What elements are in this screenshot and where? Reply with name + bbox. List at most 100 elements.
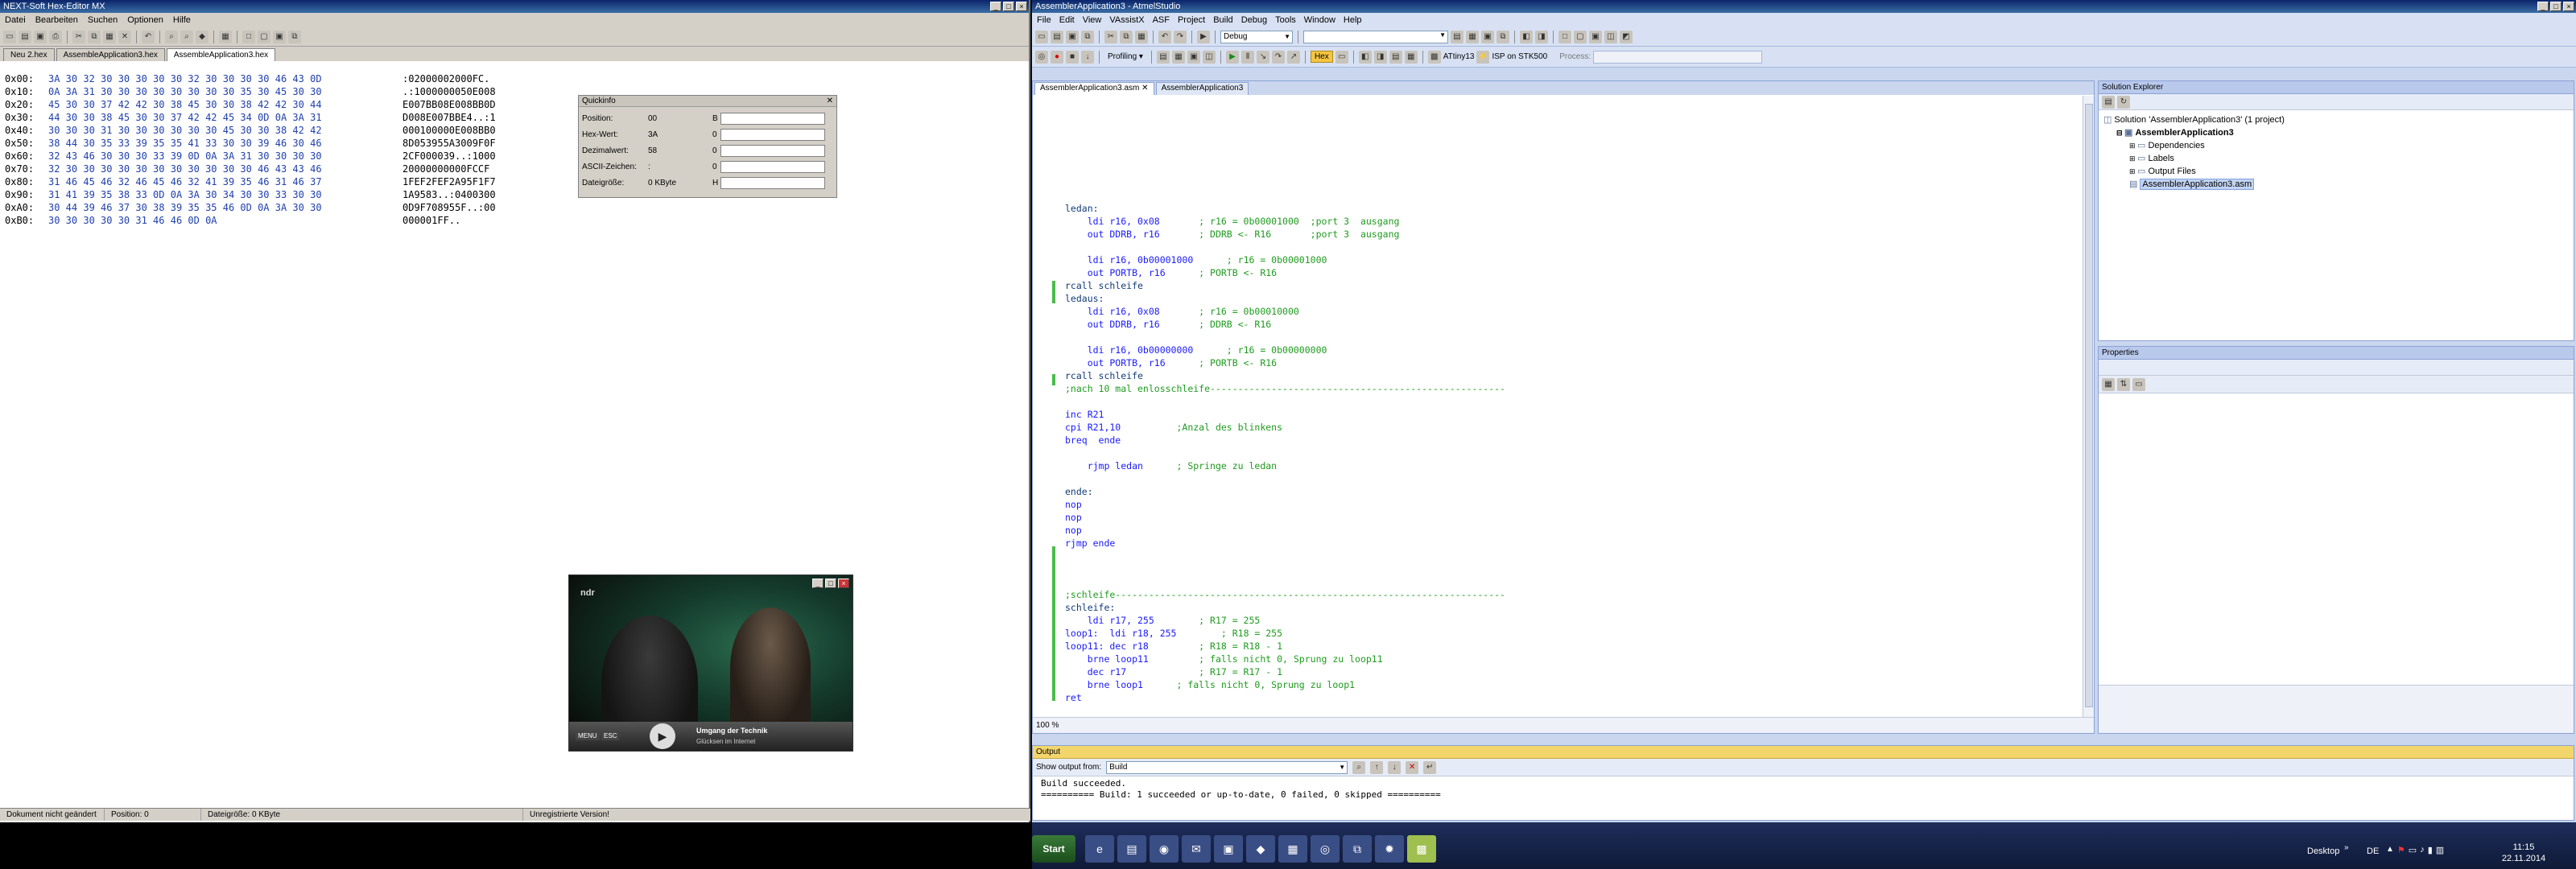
atmel-close-button[interactable]: × xyxy=(2563,2,2574,11)
hex-row[interactable]: 0x50: 38 44 30 35 33 39 35 35 41 33 30 30… xyxy=(5,137,568,150)
solution-item[interactable]: ⊞ ▭ Output Files xyxy=(2103,165,2569,178)
menu-bearbeiten[interactable]: Bearbeiten xyxy=(35,15,78,25)
code-area[interactable]: ledan: ldi r16, 0x08 ; r16 = 0b00001000 … xyxy=(1033,96,2076,717)
hex-row[interactable]: 0xB0: 30 30 30 30 30 31 46 46 0D 0A 000001… xyxy=(5,214,568,227)
io-icon[interactable]: ▦ xyxy=(1171,50,1185,64)
calculator-icon[interactable]: ▦ xyxy=(1278,835,1307,863)
code-line[interactable]: rjmp ende xyxy=(1065,537,1505,550)
profiling-dropdown[interactable]: Profiling ▾ xyxy=(1104,52,1146,61)
explorer-icon[interactable]: ▤ xyxy=(1117,835,1146,863)
paste-icon[interactable]: ▦ xyxy=(1135,30,1148,43)
menu-help[interactable]: Help xyxy=(1344,15,1362,25)
hex-ascii[interactable]: 1A9583..:0400300 xyxy=(402,189,496,200)
code-line[interactable]: nop xyxy=(1065,511,1505,524)
hex-bytes[interactable]: 31 41 39 35 38 33 0D 0A 3A 30 34 30 30 3… xyxy=(48,188,402,201)
tool-label[interactable]: ISP on STK500 xyxy=(1492,52,1547,61)
hex-ascii[interactable]: D008E007BBE4..:1 xyxy=(402,112,496,123)
process-select[interactable] xyxy=(1593,50,1763,64)
code-line[interactable]: ledaus: xyxy=(1065,292,1505,305)
video-esc-button[interactable]: ESC xyxy=(601,731,620,740)
code-line[interactable]: cpi R21,10 ;Anzal des blinkens xyxy=(1065,421,1505,434)
bookmark-icon[interactable]: ◆ xyxy=(196,30,208,43)
hex-row[interactable]: 0x40: 30 30 30 31 30 30 30 30 30 30 45 30… xyxy=(5,124,568,137)
tray-flag-icon[interactable]: ⚑ xyxy=(2397,845,2405,855)
word-wrap-icon[interactable]: ↵ xyxy=(1423,760,1437,774)
misc3-icon[interactable]: ▤ xyxy=(1389,50,1402,64)
hex-ascii[interactable]: 20000000000FCCF xyxy=(402,163,489,175)
video-minimize-button[interactable]: _ xyxy=(812,579,824,588)
window3-icon[interactable]: ▣ xyxy=(1589,30,1602,43)
config-select[interactable]: Debug ▼ xyxy=(1220,30,1293,43)
solution-item[interactable]: ▤ AssemblerApplication3.asm xyxy=(2103,178,2569,191)
hex-toggle[interactable]: Hex xyxy=(1310,51,1333,63)
app-icon[interactable]: ▣ xyxy=(1214,835,1243,863)
code-line[interactable]: loop1: ldi r18, 255 ; R18 = 255 xyxy=(1065,627,1505,640)
code-line[interactable]: nop xyxy=(1065,524,1505,537)
tool5-icon[interactable]: ◧ xyxy=(1520,30,1533,43)
hex-bytes[interactable]: 38 44 30 35 33 39 35 35 41 33 30 30 39 4… xyxy=(48,137,402,150)
alphabetical-icon[interactable]: ⇅ xyxy=(2117,377,2130,391)
code-line[interactable] xyxy=(1065,472,1505,485)
device-label[interactable]: ATtiny13 xyxy=(1443,52,1475,61)
code-line[interactable]: ;nach 10 mal enlosschleife--------------… xyxy=(1065,382,1505,395)
attach-icon[interactable]: ◎ xyxy=(1035,50,1048,64)
save-icon[interactable]: ▣ xyxy=(34,30,47,43)
hex-ascii[interactable]: 000001FF.. xyxy=(402,215,460,226)
clear-all-icon[interactable]: ✕ xyxy=(1406,760,1419,774)
code-line[interactable] xyxy=(1065,562,1505,575)
quickinfo-field[interactable] xyxy=(720,176,825,189)
code-line[interactable] xyxy=(1065,575,1505,588)
tray-monitor-icon[interactable]: ▭ xyxy=(2409,845,2417,855)
refresh-icon[interactable]: ↻ xyxy=(2117,95,2130,109)
code-line[interactable] xyxy=(1065,331,1505,344)
language-indicator[interactable]: DE xyxy=(2367,846,2379,856)
open-icon[interactable]: ▤ xyxy=(19,30,31,43)
menu-asf[interactable]: ASF xyxy=(1153,15,1170,25)
code-line[interactable] xyxy=(1065,241,1505,253)
new-icon[interactable]: ▭ xyxy=(3,30,16,43)
atmel-studio-icon[interactable]: ◆ xyxy=(1246,835,1275,863)
hex-ascii[interactable]: 2CF000039..:1000 xyxy=(402,150,496,162)
atmel-maximize-button[interactable]: □ xyxy=(2550,2,2562,11)
network-icon[interactable]: ⧉ xyxy=(1343,835,1372,863)
menu-hilfe[interactable]: Hilfe xyxy=(173,15,191,25)
expand-icon[interactable]: ⊞ xyxy=(2129,142,2137,150)
tray-volume-icon[interactable]: ♪ xyxy=(2420,845,2425,855)
misc1-icon[interactable]: ◧ xyxy=(1358,50,1372,64)
video-play-icon[interactable]: ▶ xyxy=(650,723,675,749)
code-line[interactable]: ldi r16, 0x08 ; r16 = 0b00010000 xyxy=(1065,305,1505,318)
code-line[interactable]: rcall schleife xyxy=(1065,279,1505,292)
hex-bytes[interactable]: 30 30 30 31 30 30 30 30 30 30 45 30 30 3… xyxy=(48,124,402,137)
code-line[interactable]: inc R21 xyxy=(1065,408,1505,421)
menu-suchen[interactable]: Suchen xyxy=(88,15,118,25)
code-line[interactable]: breq ende xyxy=(1065,434,1505,447)
step-icon[interactable]: ↓ xyxy=(1081,50,1094,64)
tab-project[interactable]: AssemblerApplication3 xyxy=(1155,82,1249,95)
maximize-button[interactable]: □ xyxy=(1003,2,1014,11)
tray-arrow-icon[interactable]: ▲ xyxy=(2386,845,2394,855)
menu-tools[interactable]: Tools xyxy=(1275,15,1296,25)
hex-row[interactable]: 0x00: 3A 30 32 30 30 30 30 30 32 30 30 30… xyxy=(5,72,568,85)
window2-icon[interactable]: ▢ xyxy=(1574,30,1587,43)
tool2-icon[interactable]: ▦ xyxy=(1466,30,1479,43)
view4-icon[interactable]: ⧉ xyxy=(288,30,301,43)
start-button[interactable]: Start xyxy=(1032,835,1075,863)
view2-icon[interactable]: ▢ xyxy=(258,30,270,43)
code-line[interactable]: rjmp ledan ; Springe zu ledan xyxy=(1065,459,1505,472)
desktop-toolbar[interactable]: Desktop xyxy=(2307,846,2339,856)
cut-icon[interactable]: ✂ xyxy=(72,30,85,43)
find-icon[interactable]: ⌕ xyxy=(165,30,178,43)
code-line[interactable]: out DDRB, r16 ; DDRB <- R16 ;port 3 ausg… xyxy=(1065,228,1505,241)
tool4-icon[interactable]: ⧉ xyxy=(1496,30,1509,43)
hex-bytes[interactable]: 30 30 30 30 30 31 46 46 0D 0A xyxy=(48,214,402,227)
code-line[interactable]: ldi r16, 0b00000000 ; r16 = 0b00000000 xyxy=(1065,344,1505,356)
tool6-icon[interactable]: ◨ xyxy=(1535,30,1548,43)
quickinfo-close-icon[interactable]: ✕ xyxy=(827,96,833,107)
hex-ascii[interactable]: 8D053955A3009F0F xyxy=(402,138,496,149)
hex-bytes[interactable]: 32 30 30 30 30 30 30 30 30 30 30 30 46 4… xyxy=(48,163,402,175)
hex-ascii[interactable]: 0D9F708955F..:00 xyxy=(402,202,496,213)
memory-icon[interactable]: ▤ xyxy=(1156,50,1170,64)
new-project-icon[interactable]: ▭ xyxy=(1035,30,1048,43)
platform-select[interactable]: ▼ xyxy=(1303,30,1448,43)
code-line[interactable]: brne loop1 ; falls nicht 0, Sprung zu lo… xyxy=(1065,678,1505,691)
